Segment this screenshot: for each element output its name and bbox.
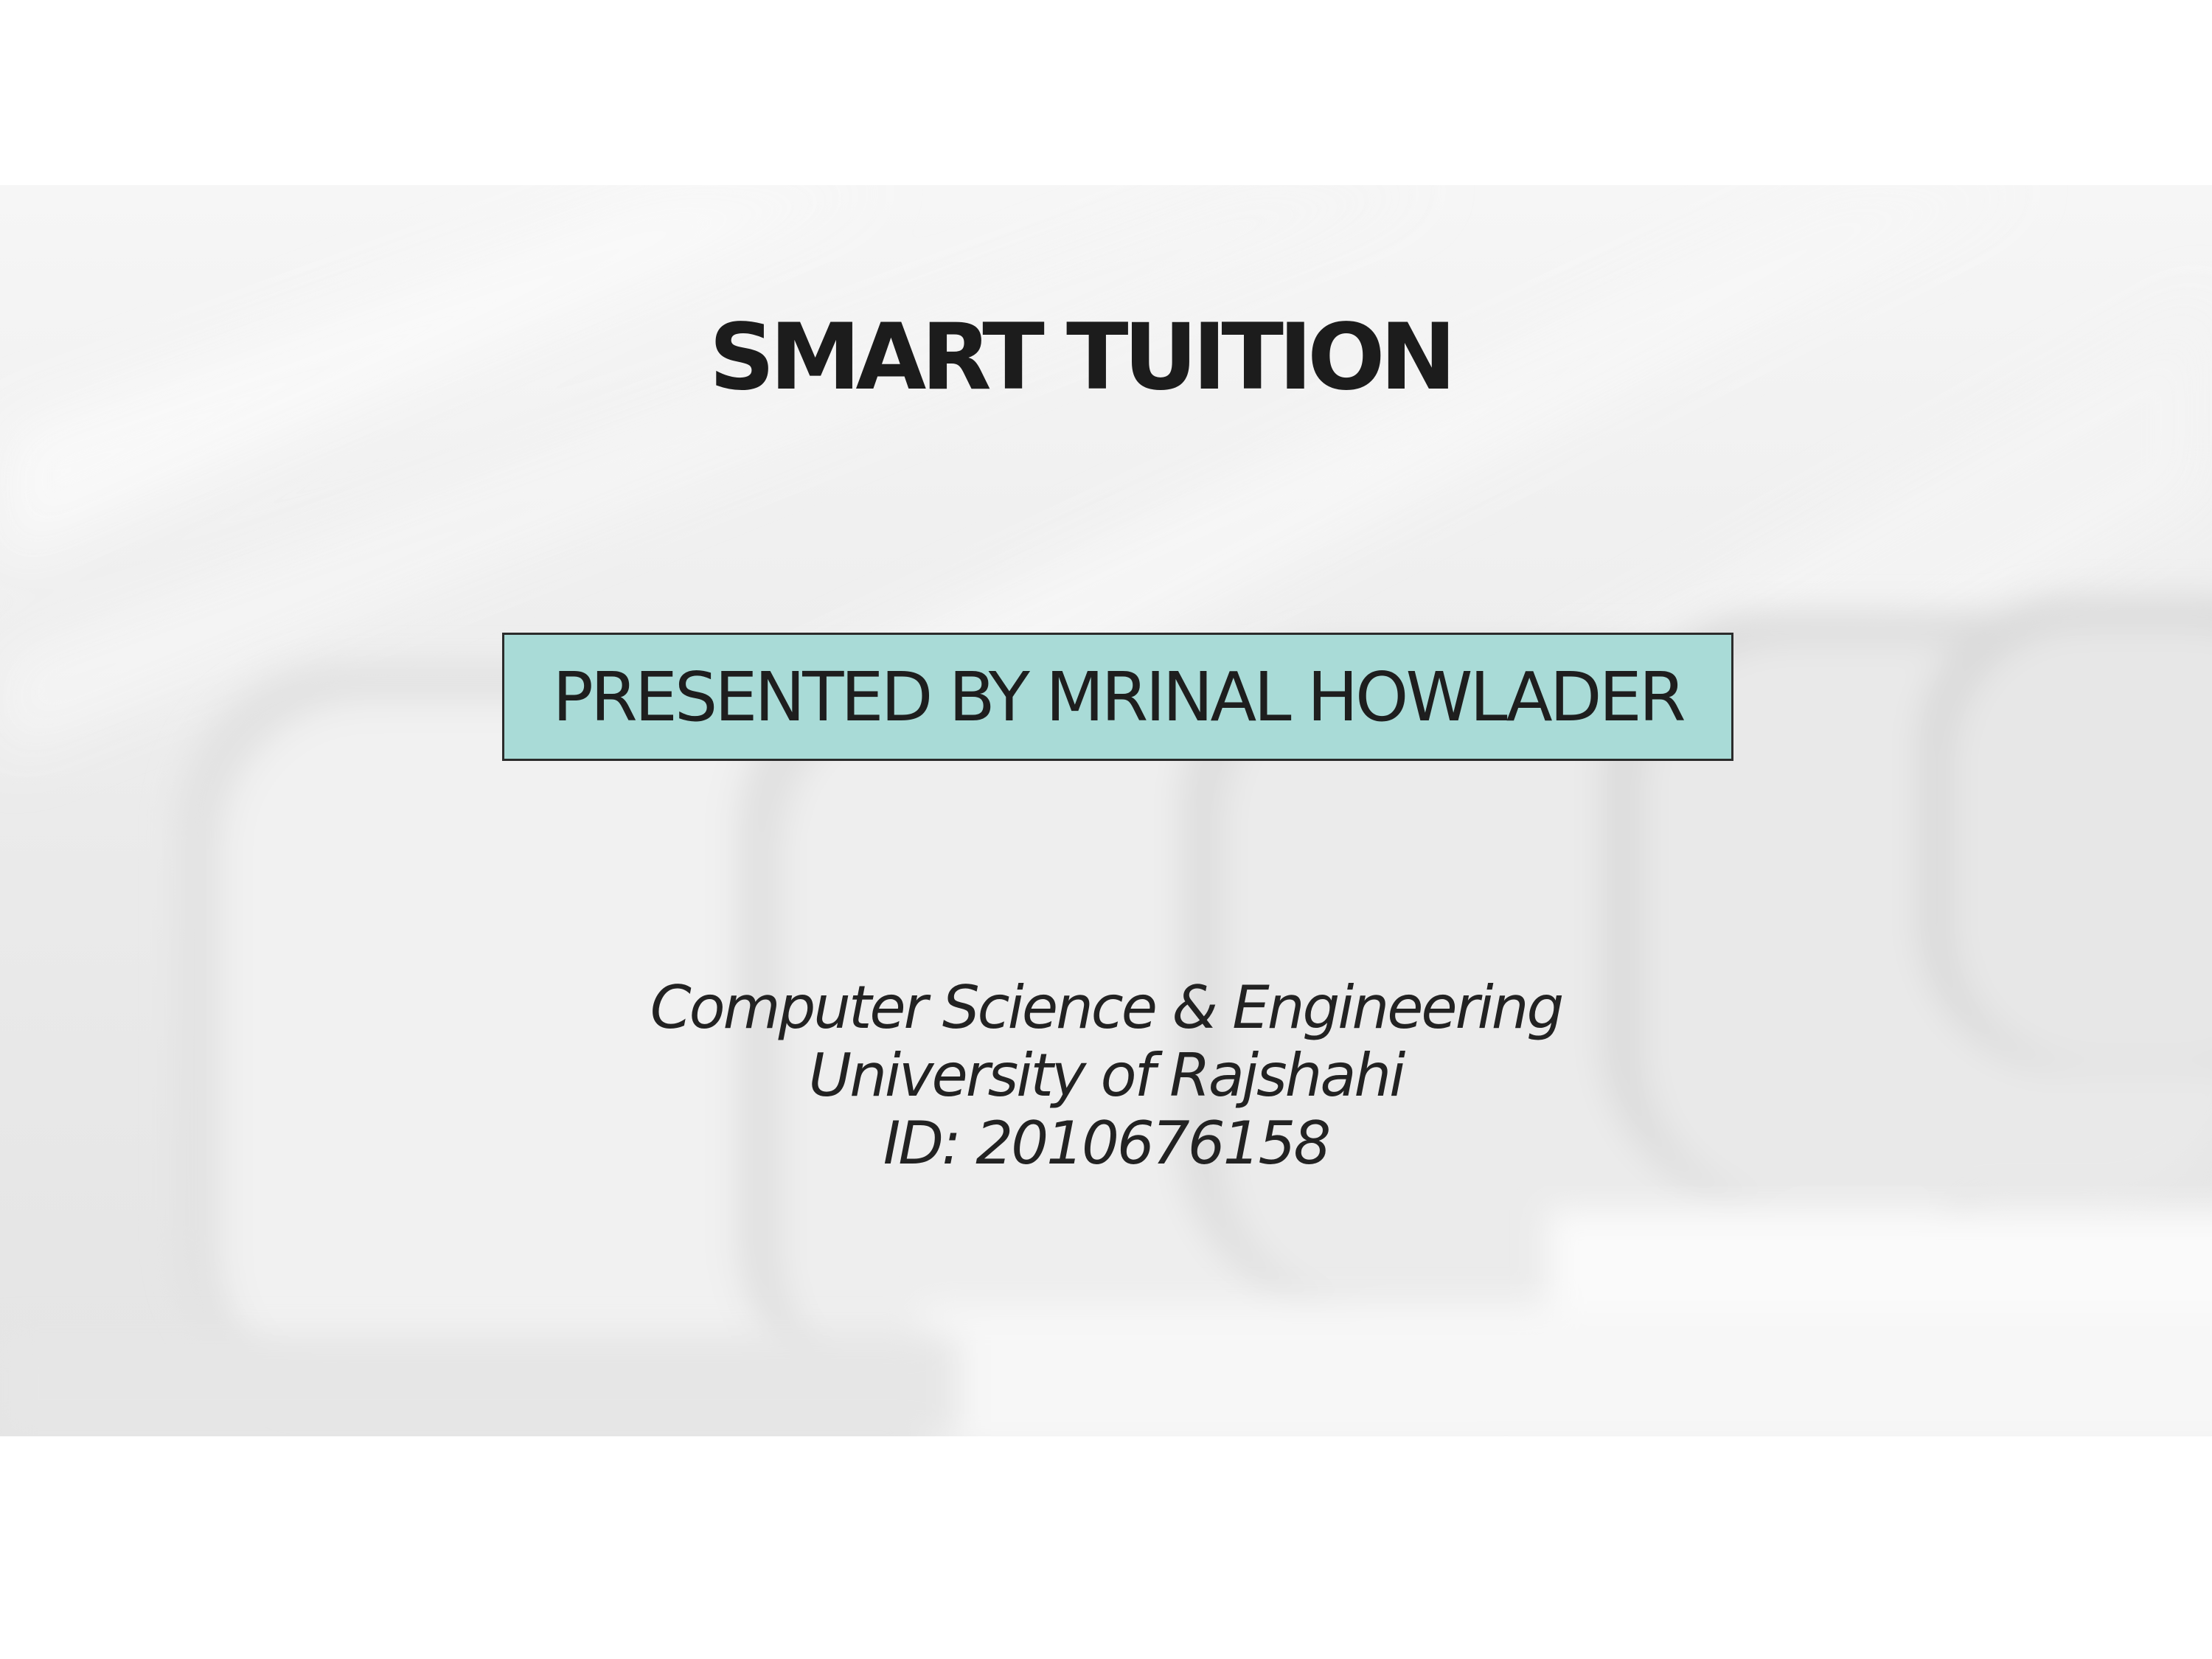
student-id-line: ID: 2010676158	[883, 1109, 1332, 1178]
university-line: University of Rajshahi	[808, 1041, 1406, 1110]
slide-title: SMART TUITION	[709, 305, 1457, 411]
presenter-banner: PRESENTED BY MRINAL HOWLADER	[502, 633, 1733, 761]
presenter-text: PRESENTED BY MRINAL HOWLADER	[552, 657, 1686, 737]
department-line: Computer Science & Engineering	[650, 973, 1564, 1042]
info-block: Computer Science & Engineering Universit…	[0, 974, 2212, 1178]
slide: SMART TUITION PRESENTED BY MRINAL HOWLAD…	[0, 185, 2212, 1436]
page: SMART TUITION PRESENTED BY MRINAL HOWLAD…	[0, 0, 2212, 1659]
